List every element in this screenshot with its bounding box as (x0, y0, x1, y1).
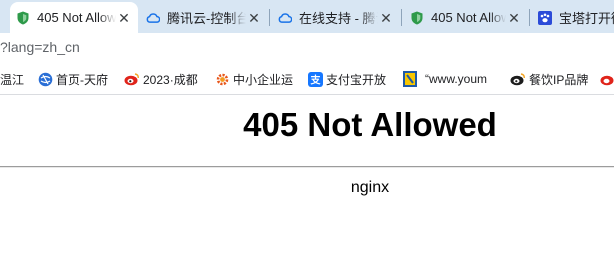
bookmark-wenjiang[interactable]: 温江 (0, 70, 24, 88)
tab-405-active[interactable]: 405 Not Allowed ✕ (10, 2, 138, 33)
bookmark-label: “www.youm (425, 72, 488, 86)
bookmark-youm[interactable]: “www.youm (402, 70, 487, 88)
bookmark-label: 餐饮IP品牌 (529, 72, 589, 87)
weibo-icon (124, 71, 140, 87)
tab-title: 腾讯云-控制台 (167, 11, 246, 26)
close-icon[interactable]: ✕ (506, 10, 522, 26)
cloud-icon (146, 11, 160, 25)
bookmark-sme[interactable]: 中小企业运 (214, 70, 293, 88)
shield-icon (16, 11, 30, 25)
page-title: 405 Not Allowed (243, 106, 497, 143)
tab-title: 405 Not Allowed (37, 10, 116, 25)
bookmark-label: 2023·成都 (143, 72, 198, 87)
tab-tencent-support[interactable]: 在线支持 - 腾讯云 ✕ (272, 2, 400, 33)
tab-strip: 405 Not Allowed ✕ 腾讯云-控制台 ✕ 在线支持 - 腾讯云 ✕… (0, 0, 614, 33)
tab-405-second[interactable]: 405 Not Allowed ✕ (404, 2, 528, 33)
bookmark-tianfu[interactable]: 首页-天府 (37, 70, 108, 88)
url-text[interactable]: ?lang=zh_cn (0, 39, 80, 55)
svg-text:支: 支 (309, 73, 321, 86)
shield-icon (410, 11, 424, 25)
tab-title: 在线支持 - 腾讯云 (299, 11, 378, 26)
tab-title: 宝塔打开微 (559, 11, 614, 26)
tab-title: 405 Not Allowed (431, 10, 506, 25)
server-signature: nginx (350, 179, 390, 196)
close-icon[interactable]: ✕ (246, 10, 262, 26)
tab-separator (269, 9, 270, 26)
bookmarks-bar: 温江 首页-天府 2023·成都 中小企业运 支 支付宝开放 “www.youm (0, 62, 614, 95)
bookmark-label: 中小企业运 (233, 72, 294, 87)
cloud-icon (278, 11, 292, 25)
alipay-icon: 支 (307, 71, 323, 87)
gear-icon (214, 71, 230, 87)
tab-tencent-console[interactable]: 腾讯云-控制台 ✕ (140, 2, 268, 33)
bookmark-label: 温江 (0, 72, 25, 87)
tab-separator (401, 9, 402, 26)
divider (0, 166, 614, 168)
page-content: 405 Not Allowed nginx (0, 95, 614, 276)
globe-icon (37, 71, 53, 87)
bookmark-label: 首页-天府 (56, 72, 108, 87)
bookmark-label: 支付宝开放 (326, 72, 387, 87)
address-bar[interactable]: ?lang=zh_cn (0, 33, 614, 62)
close-icon[interactable]: ✕ (116, 10, 132, 26)
close-icon[interactable]: ✕ (378, 10, 394, 26)
paw-icon (538, 10, 552, 25)
flag-icon (402, 71, 418, 87)
bookmark-extra[interactable] (600, 70, 614, 88)
bookmark-2023-chengdu[interactable]: 2023·成都 (124, 70, 198, 88)
bookmark-canyin[interactable]: 餐饮IP品牌 (510, 70, 588, 88)
weibo-icon (510, 71, 526, 87)
tab-separator (529, 9, 530, 26)
tab-baota[interactable]: 宝塔打开微 (532, 2, 614, 33)
weibo-icon (600, 71, 614, 87)
bookmark-alipay[interactable]: 支 支付宝开放 (307, 70, 386, 88)
